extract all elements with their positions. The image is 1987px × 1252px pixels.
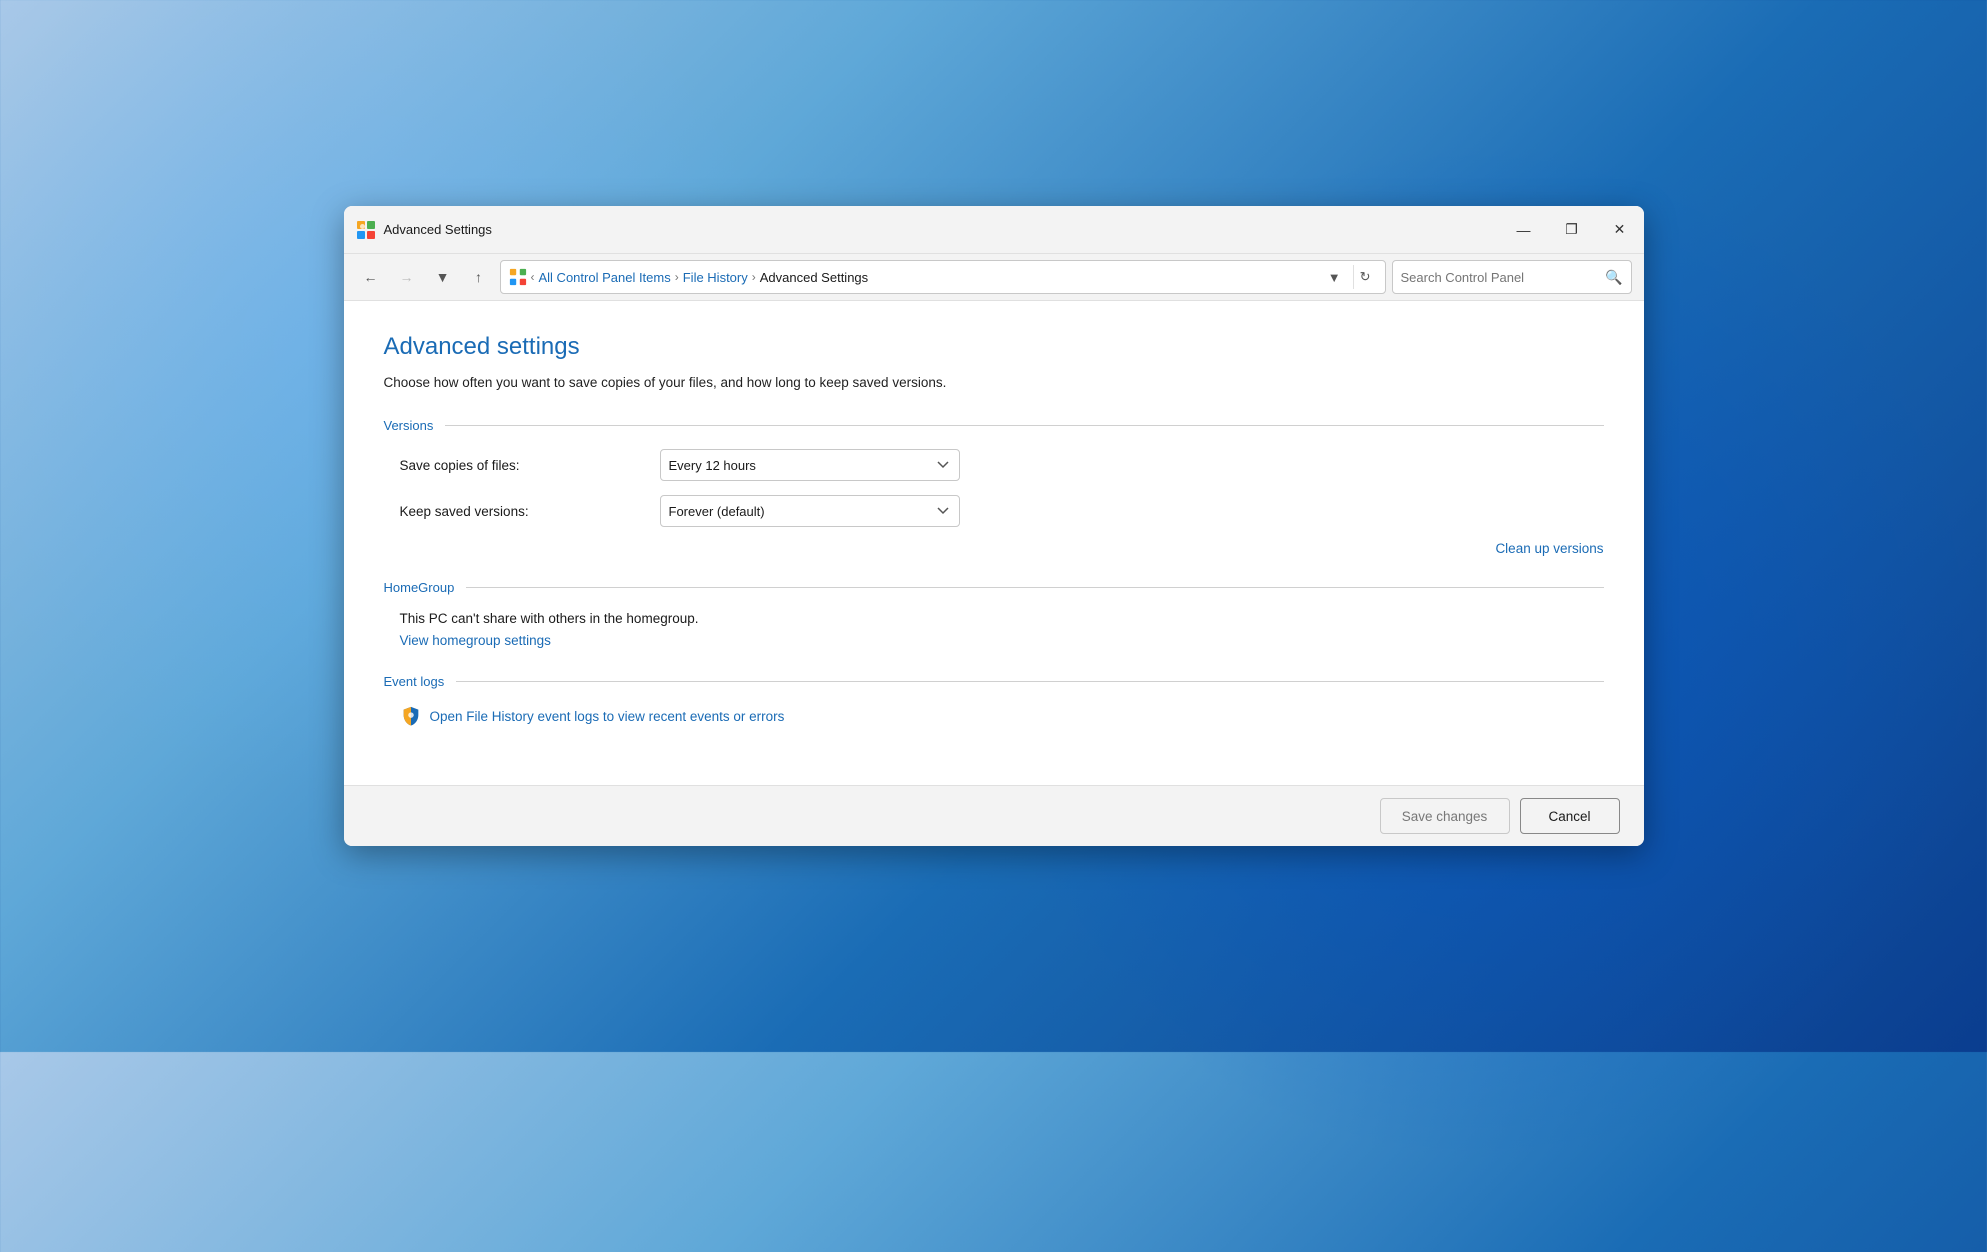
up-button[interactable]: ↑ (464, 262, 494, 292)
page-description: Choose how often you want to save copies… (384, 375, 1604, 390)
homegroup-content: This PC can't share with others in the h… (384, 611, 1604, 650)
minimize-button[interactable]: — (1500, 206, 1548, 254)
window-title-icon (356, 220, 376, 240)
address-bar: ‹ All Control Panel Items › File History… (500, 260, 1386, 294)
address-bar-icon (509, 268, 527, 286)
versions-section-line (445, 425, 1603, 426)
keep-versions-row: Keep saved versions: Until space is need… (384, 495, 1604, 527)
close-button[interactable]: ✕ (1596, 206, 1644, 254)
view-homegroup-link[interactable]: View homegroup settings (400, 633, 551, 648)
save-copies-row: Save copies of files: Every 10 minutes E… (384, 449, 1604, 481)
homegroup-info: This PC can't share with others in the h… (400, 611, 1604, 626)
search-input[interactable] (1401, 270, 1602, 285)
save-changes-button[interactable]: Save changes (1380, 798, 1510, 834)
address-arrow-2: › (752, 270, 756, 284)
recent-locations-button[interactable]: ▼ (428, 262, 458, 292)
event-log-row: Open File History event logs to view rec… (384, 705, 1604, 727)
search-icon[interactable]: 🔍 (1605, 269, 1622, 286)
homegroup-section-header: HomeGroup (384, 580, 1604, 595)
save-copies-label: Save copies of files: (400, 458, 660, 473)
refresh-button[interactable]: ↻ (1353, 265, 1377, 289)
homegroup-section-title: HomeGroup (384, 580, 455, 595)
cancel-button[interactable]: Cancel (1520, 798, 1620, 834)
clean-up-versions-link[interactable]: Clean up versions (1495, 541, 1603, 556)
bottom-bar: Save changes Cancel (344, 785, 1644, 846)
keep-versions-label: Keep saved versions: (400, 504, 660, 519)
open-event-logs-link[interactable]: Open File History event logs to view rec… (430, 709, 785, 724)
maximize-button[interactable]: ❐ (1548, 206, 1596, 254)
content-area: Advanced settings Choose how often you w… (344, 301, 1644, 785)
versions-section-title: Versions (384, 418, 434, 433)
event-logs-section-line (456, 681, 1603, 682)
save-copies-select[interactable]: Every 10 minutes Every 15 minutes Every … (660, 449, 960, 481)
address-arrow-1: › (675, 270, 679, 284)
address-dropdown-button[interactable]: ▼ (1324, 266, 1345, 289)
advanced-settings-window: Advanced Settings — ❐ ✕ ← → ▼ ↑ ‹ All Co… (344, 206, 1644, 846)
page-title: Advanced settings (384, 333, 1604, 361)
homegroup-section-line (466, 587, 1603, 588)
address-sep-1: ‹ (531, 270, 535, 284)
clean-up-row: Clean up versions (384, 541, 1604, 556)
title-bar-left: Advanced Settings (356, 220, 492, 240)
window-controls: — ❐ ✕ (1500, 206, 1644, 254)
breadcrumb-item-3: Advanced Settings (760, 270, 868, 285)
keep-versions-select[interactable]: Until space is needed 1 month 3 months 6… (660, 495, 960, 527)
versions-section-header: Versions (384, 418, 1604, 433)
nav-bar: ← → ▼ ↑ ‹ All Control Panel Items › File… (344, 254, 1644, 301)
window-title: Advanced Settings (384, 222, 492, 237)
shield-icon (400, 705, 422, 727)
forward-button[interactable]: → (392, 262, 422, 292)
event-logs-section-header: Event logs (384, 674, 1604, 689)
title-bar: Advanced Settings — ❐ ✕ (344, 206, 1644, 254)
breadcrumb-item-2[interactable]: File History (683, 270, 748, 285)
back-button[interactable]: ← (356, 262, 386, 292)
address-text: All Control Panel Items › File History ›… (539, 270, 1320, 285)
search-bar[interactable]: 🔍 (1392, 260, 1632, 294)
breadcrumb-item-1[interactable]: All Control Panel Items (539, 270, 671, 285)
event-logs-section-title: Event logs (384, 674, 445, 689)
